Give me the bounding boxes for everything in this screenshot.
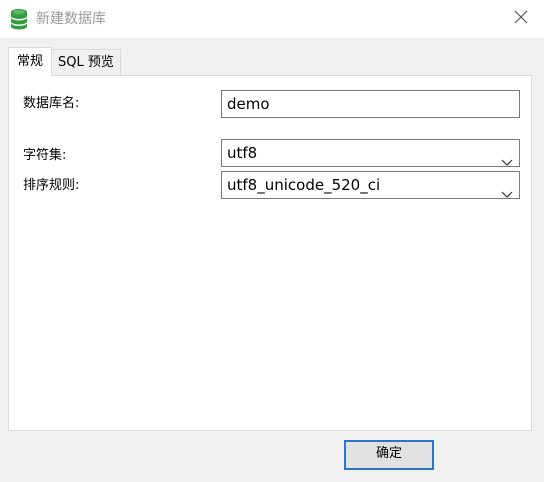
chevron-down-icon — [501, 149, 513, 166]
db-name-label: 数据库名: — [23, 96, 80, 111]
general-panel: 数据库名: demo 字符集: utf8 排序规则: utf8_unicode_… — [8, 75, 532, 431]
collation-select[interactable]: utf8_unicode_520_ci — [221, 171, 520, 199]
tab-sql-preview[interactable]: SQL 预览 — [51, 49, 121, 76]
new-database-dialog: 新建数据库 常规 SQL 预览 数据库名: demo 字符集: utf8 排序规… — [0, 0, 544, 482]
close-button[interactable] — [506, 4, 536, 34]
title-bar: 新建数据库 — [0, 0, 544, 38]
charset-label: 字符集: — [23, 148, 67, 163]
db-name-input[interactable]: demo — [221, 90, 520, 118]
charset-select[interactable]: utf8 — [221, 139, 520, 167]
window-title: 新建数据库 — [36, 11, 106, 27]
database-icon — [9, 8, 29, 30]
collation-value: utf8_unicode_520_ci — [227, 176, 381, 194]
close-icon — [514, 10, 528, 28]
ok-button[interactable]: 确定 — [344, 440, 434, 470]
charset-value: utf8 — [227, 144, 258, 162]
collation-label: 排序规则: — [23, 178, 80, 193]
tab-strip: 常规 SQL 预览 — [8, 47, 121, 76]
tab-general[interactable]: 常规 — [8, 47, 53, 76]
chevron-down-icon — [501, 181, 513, 198]
